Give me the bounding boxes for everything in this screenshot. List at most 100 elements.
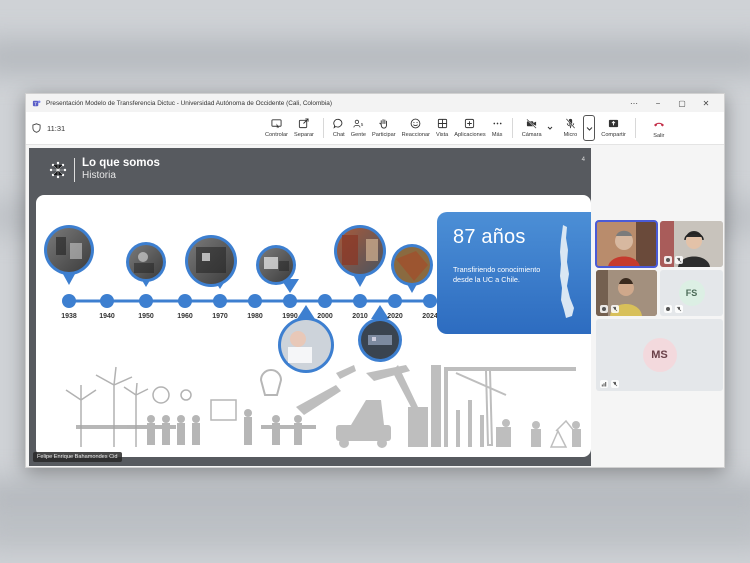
year-dot-1970: [213, 294, 227, 308]
people-icon: 5: [353, 119, 364, 128]
share-label: Compartir: [601, 132, 626, 138]
teams-icon: T: [32, 99, 41, 106]
hand-raised-icon: [600, 305, 608, 313]
year-label: 2010: [352, 313, 368, 320]
view-button[interactable]: Vista: [433, 113, 451, 143]
raise-hand-button[interactable]: Participar: [369, 113, 399, 143]
participant-avatar: MS: [642, 338, 677, 372]
year-dot-2024: [423, 294, 437, 308]
react-label: Reaccionar: [401, 132, 430, 138]
mic-off-icon: [565, 118, 576, 129]
react-button[interactable]: Reaccionar: [399, 113, 433, 143]
camera-options-chevron-icon[interactable]: [547, 125, 553, 131]
apps-label: Aplicaciones: [454, 132, 486, 138]
leave-button[interactable]: Salir: [650, 113, 668, 143]
smiley-icon: [410, 118, 421, 129]
chat-label: Chat: [332, 132, 345, 138]
close-button[interactable]: ✕: [694, 99, 718, 108]
participant-avatar: FS: [678, 280, 705, 306]
meeting-stage: Lo que somos Historia 4 1938 1940 1950 1…: [26, 146, 724, 467]
year-label: 2000: [317, 313, 333, 320]
apps-button[interactable]: Aplicaciones: [451, 113, 488, 143]
add-app-icon: [465, 118, 475, 129]
screen-control-icon: [271, 119, 282, 129]
mic-off-icon: [611, 305, 619, 313]
participant-tile[interactable]: MS: [596, 319, 723, 391]
chevron-down-icon: [586, 126, 593, 131]
photo-pin-2010: [334, 225, 386, 287]
title-bar: T Presentación Modelo de Transferencia D…: [26, 94, 724, 112]
control-button[interactable]: Controlar: [262, 113, 291, 143]
grid-icon: [437, 118, 447, 129]
hand-raised-icon: [664, 256, 672, 264]
mic-off-icon: [675, 256, 683, 264]
participant-tile[interactable]: [660, 221, 723, 267]
slide-header: Lo que somos Historia: [47, 157, 160, 182]
svg-text:T: T: [34, 101, 37, 106]
year-dot-2020: [388, 294, 402, 308]
more-label: Más: [491, 132, 503, 138]
people-button[interactable]: 5 Gente: [348, 113, 369, 143]
year-dot-1938: [62, 294, 76, 308]
share-button[interactable]: Compartir: [598, 113, 629, 143]
year-dot-2010: [353, 294, 367, 308]
pop-out-button[interactable]: Separar: [291, 113, 317, 143]
camera-button[interactable]: Cámara: [519, 113, 545, 143]
year-dot-1990: [283, 294, 297, 308]
year-label: 1960: [177, 313, 193, 320]
year-label: 1938: [61, 313, 77, 320]
year-label: 1950: [138, 313, 154, 320]
camera-off-icon: [526, 118, 537, 129]
participant-tile[interactable]: [595, 220, 658, 268]
view-label: Vista: [435, 132, 449, 138]
shield-icon: [32, 123, 41, 133]
mic-options-dropdown[interactable]: [583, 115, 596, 141]
year-label: 2020: [387, 313, 403, 320]
year-dot-1950: [139, 294, 153, 308]
year-label: 1970: [212, 313, 228, 320]
slide-page-number: 4: [581, 157, 585, 163]
participant-tile[interactable]: FS: [660, 270, 723, 316]
slide-title: Lo que somos: [82, 157, 160, 169]
signal-icon: [600, 380, 608, 388]
participant-video: [596, 221, 657, 267]
more-button[interactable]: Más: [489, 113, 506, 143]
share-screen-icon: [608, 119, 619, 128]
control-label: Controlar: [265, 132, 289, 138]
mic-label: Micro: [563, 132, 578, 138]
camera-label: Cámara: [521, 132, 542, 138]
year-dot-1960: [178, 294, 192, 308]
pop-out-label: Separar: [294, 132, 314, 138]
year-label: 2024: [422, 313, 438, 320]
hand-icon: [379, 119, 388, 129]
more-options-button[interactable]: ⋯: [622, 99, 646, 108]
chat-icon: [333, 118, 343, 129]
photo-pin-2020: [391, 244, 433, 293]
chile-map-icon: [560, 225, 574, 318]
ellipsis-icon: [493, 122, 502, 125]
year-label: 1980: [247, 313, 263, 320]
window-title: Presentación Modelo de Transferencia Dic…: [46, 99, 332, 107]
chat-button[interactable]: Chat: [330, 113, 348, 143]
people-label: Gente: [350, 132, 366, 138]
meeting-window: T Presentación Modelo de Transferencia D…: [25, 93, 725, 468]
photo-pin-1990: [256, 245, 299, 293]
hand-raised-icon: [664, 305, 672, 313]
minimize-button[interactable]: −: [646, 99, 670, 108]
maximize-button[interactable]: ▢: [670, 99, 694, 108]
year-label: 1940: [99, 313, 115, 320]
year-dot-1980: [248, 294, 262, 308]
wind-turbines-graphic: [65, 366, 192, 447]
mic-button[interactable]: Micro: [561, 113, 581, 143]
presenter-name-tag: Felipe Enrique Bahamondes Cid: [33, 452, 122, 462]
photo-pin-1950: [126, 242, 166, 287]
mic-off-icon: [611, 380, 619, 388]
industry-silhouette-graphic: [296, 365, 581, 448]
year-dot-2000: [318, 294, 332, 308]
mic-off-icon: [675, 305, 683, 313]
dictuc-logo-icon: [49, 161, 67, 178]
participant-tile[interactable]: [596, 270, 657, 316]
meeting-timer: 11:31: [47, 123, 66, 133]
photo-pin-1970: [185, 235, 237, 289]
shared-presentation: Lo que somos Historia 4 1938 1940 1950 1…: [29, 148, 591, 466]
